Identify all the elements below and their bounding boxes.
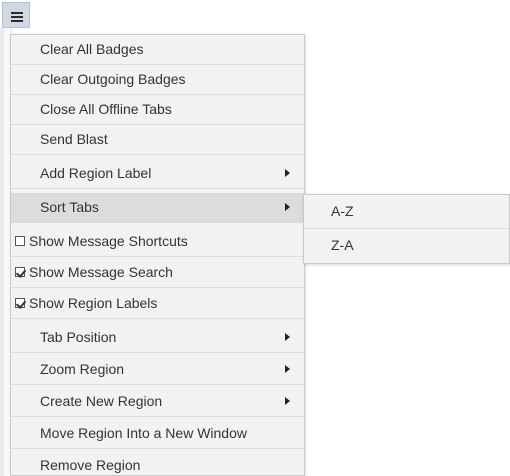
submenu-item-z-a[interactable]: Z-A — [304, 229, 509, 263]
chevron-right-icon — [285, 365, 290, 373]
checkbox-checked-icon[interactable] — [15, 267, 25, 277]
left-background-strip — [0, 28, 4, 476]
menu-item-clear-outgoing-badges[interactable]: Clear Outgoing Badges — [11, 65, 304, 95]
menu-item-remove-region[interactable]: Remove Region — [11, 451, 304, 476]
menu-item-label: Show Region Labels — [29, 295, 158, 311]
menu-item-label: Add Region Label — [40, 165, 152, 181]
menu-item-show-message-search[interactable]: Show Message Search — [11, 258, 304, 288]
chevron-right-icon — [285, 203, 290, 211]
app-page: Clear All Badges Clear Outgoing Badges C… — [0, 0, 510, 476]
checkbox-checked-icon[interactable] — [15, 298, 25, 308]
chevron-right-icon — [285, 397, 290, 405]
menu-item-sort-tabs[interactable]: Sort Tabs — [11, 193, 304, 223]
menu-item-close-all-offline-tabs[interactable]: Close All Offline Tabs — [11, 95, 304, 125]
hamburger-menu-icon-top-bar — [11, 12, 23, 14]
menu-item-show-region-labels[interactable]: Show Region Labels — [11, 289, 304, 319]
context-menu: Clear All Badges Clear Outgoing Badges C… — [10, 34, 305, 476]
menu-item-label: Show Message Search — [29, 264, 173, 280]
menu-item-label: Tab Position — [40, 329, 117, 345]
menu-item-label: Remove Region — [40, 457, 141, 473]
hamburger-menu-icon-middle-bar — [11, 16, 23, 18]
menu-item-label: Show Message Shortcuts — [29, 233, 188, 249]
submenu-item-a-z[interactable]: A-Z — [304, 195, 509, 229]
menu-button[interactable] — [2, 2, 30, 28]
submenu-item-label: Z-A — [331, 237, 354, 253]
hamburger-menu-icon-bottom-bar — [11, 20, 23, 22]
menu-item-zoom-region[interactable]: Zoom Region — [11, 355, 304, 385]
checkbox-unchecked-icon[interactable] — [15, 236, 25, 246]
menu-item-move-region-into-a-new-window[interactable]: Move Region Into a New Window — [11, 419, 304, 449]
menu-item-label: Sort Tabs — [40, 199, 99, 215]
submenu-item-label: A-Z — [331, 203, 354, 219]
menu-item-label: Clear All Badges — [40, 41, 144, 57]
menu-item-show-message-shortcuts[interactable]: Show Message Shortcuts — [11, 227, 304, 257]
menu-item-send-blast[interactable]: Send Blast — [11, 125, 304, 155]
menu-item-label: Send Blast — [40, 131, 108, 147]
menu-item-label: Zoom Region — [40, 361, 125, 377]
menu-item-add-region-label[interactable]: Add Region Label — [11, 159, 304, 189]
menu-item-label: Close All Offline Tabs — [40, 101, 172, 117]
menu-item-label: Create New Region — [40, 393, 163, 409]
menu-item-tab-position[interactable]: Tab Position — [11, 323, 304, 353]
chevron-right-icon — [285, 169, 290, 177]
menu-item-label: Clear Outgoing Badges — [40, 71, 186, 87]
sort-tabs-submenu: A-Z Z-A — [303, 194, 510, 264]
chevron-right-icon — [285, 333, 290, 341]
menu-item-create-new-region[interactable]: Create New Region — [11, 387, 304, 417]
menu-item-label: Move Region Into a New Window — [40, 425, 247, 441]
menu-item-clear-all-badges[interactable]: Clear All Badges — [11, 35, 304, 65]
